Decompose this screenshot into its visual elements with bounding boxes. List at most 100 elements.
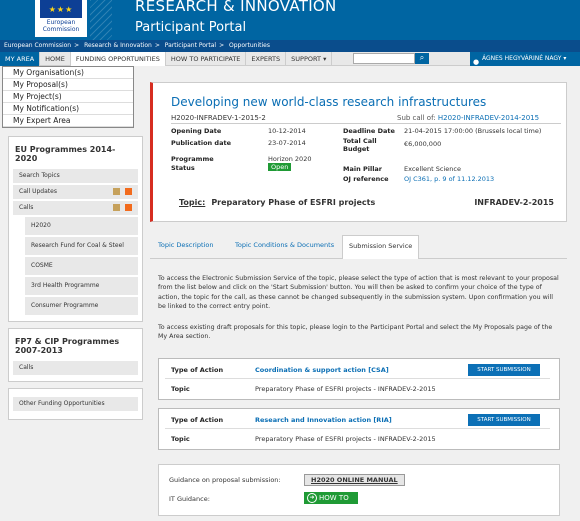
sidebar-item-label: Calls	[19, 204, 34, 211]
start-submission-button[interactable]: START SUBMISSION	[468, 414, 540, 426]
it-guidance-label: IT Guidance:	[169, 495, 210, 503]
action-type: Research and Innovation action [RIA]	[255, 416, 392, 424]
eu-flag-icon: ★★★	[40, 0, 82, 18]
nav-support[interactable]: SUPPORT ▾	[286, 51, 333, 66]
menu-item-proposals[interactable]: My Proposal(s)	[3, 79, 133, 91]
sidebar: EU Programmes 2014-2020 Search Topics Ca…	[8, 136, 143, 426]
sidebar-item-health[interactable]: 3rd Health Programme	[25, 277, 138, 295]
breadcrumb-item[interactable]: Participant Portal	[165, 42, 216, 49]
nav-funding[interactable]: FUNDING OPPORTUNITIES	[70, 51, 166, 66]
main-pillar: Excellent Science	[404, 165, 461, 173]
topic-line: Topic: Preparatory Phase of ESFRI project…	[179, 198, 376, 207]
sidebar-heading: EU Programmes 2014-2020	[15, 145, 116, 163]
action-box-ria: Type of Action Research and Innovation a…	[158, 408, 560, 450]
online-manual-button[interactable]: H2020 ONLINE MANUAL	[304, 474, 405, 486]
action-type: Coordination & support action [CSA]	[255, 366, 389, 374]
rss-icon[interactable]	[125, 204, 132, 211]
header-decoration	[90, 0, 112, 40]
topic-row: Topic Preparatory Phase of ESFRI project…	[171, 385, 436, 393]
topic-card: Developing new world-class research infr…	[150, 82, 567, 222]
topic-name: Preparatory Phase of ESFRI projects	[211, 198, 376, 207]
field-label: Status	[171, 164, 195, 172]
my-area-dropdown: My Organisation(s) My Proposal(s) My Pro…	[2, 66, 134, 128]
nav-experts[interactable]: EXPERTS	[246, 51, 287, 66]
status-badge: Open	[268, 163, 292, 171]
calendar-icon[interactable]	[113, 188, 120, 195]
tab-submission-service[interactable]: Submission Service	[342, 235, 420, 259]
topic-title: Developing new world-class research infr…	[171, 95, 487, 109]
arrow-icon: ➜	[307, 493, 317, 503]
divider	[171, 123, 561, 124]
deadline-date: 21-04-2015 17:00:00 (Brussels local time…	[404, 127, 542, 135]
oj-reference-link[interactable]: OJ C361, p. 9 of 11.12.2013	[404, 175, 494, 183]
tab-topic-description[interactable]: Topic Description	[158, 241, 213, 249]
guidance-box: Guidance on proposal submission: H2020 O…	[158, 464, 560, 516]
logo-text: European Commission	[42, 19, 80, 33]
user-name: ÁGNES HEGYVÁRINÉ NAGY ▾	[482, 55, 567, 62]
search-input[interactable]	[353, 53, 415, 64]
field-label: OJ reference	[343, 175, 389, 183]
action-box-csa: Type of Action Coordination & support ac…	[158, 358, 560, 400]
draft-instructions: To access existing draft proposals for t…	[158, 324, 553, 341]
action-topic: Preparatory Phase of ESFRI projects - IN…	[255, 435, 436, 443]
programme: Horizon 2020	[268, 155, 312, 163]
sidebar-item-rfcs[interactable]: Research Fund for Coal & Steel	[25, 237, 138, 255]
submission-instructions: To access the Electronic Submission Serv…	[158, 275, 559, 310]
menu-item-organisations[interactable]: My Organisation(s)	[3, 67, 133, 79]
field-label: Programme	[171, 155, 214, 163]
action-row: Type of Action Research and Innovation a…	[165, 411, 550, 429]
nav-my-area[interactable]: MY AREA	[0, 51, 41, 66]
how-to-button[interactable]: ➜ HOW TO	[304, 492, 358, 504]
user-menu[interactable]: ● ÁGNES HEGYVÁRINÉ NAGY ▾	[470, 52, 580, 66]
field-label: Publication date	[171, 139, 231, 147]
sidebar-item-search-topics[interactable]: Search Topics	[13, 169, 138, 183]
sub-call-link[interactable]: H2020-INFRADEV-2014-2015	[438, 114, 539, 122]
user-icon: ●	[473, 58, 480, 66]
action-row: Type of Action Coordination & support ac…	[165, 361, 550, 379]
menu-item-notifications[interactable]: My Notification(s)	[3, 103, 133, 115]
eu-programmes-box: EU Programmes 2014-2020 Search Topics Ca…	[8, 136, 143, 322]
sidebar-item-other-funding[interactable]: Other Funding Opportunities	[13, 397, 138, 411]
sidebar-item-fp7-calls[interactable]: Calls	[13, 361, 138, 375]
opening-date: 10-12-2014	[268, 127, 306, 135]
tab-conditions-documents[interactable]: Topic Conditions & Documents	[235, 241, 334, 249]
field-label: Opening Date	[171, 127, 222, 135]
menu-item-projects[interactable]: My Project(s)	[3, 91, 133, 103]
tab-bar: Topic Description Topic Conditions & Doc…	[150, 233, 567, 259]
brand-title: RESEARCH & INNOVATION	[135, 0, 337, 15]
field-label: Total Call Budget	[343, 137, 377, 153]
field-label: Deadline Date	[343, 127, 395, 135]
breadcrumb-item[interactable]: European Commission	[4, 42, 71, 49]
publication-date: 23-07-2014	[268, 139, 306, 147]
site-header: ★★★ European Commission RESEARCH & INNOV…	[0, 0, 580, 40]
breadcrumb: European Commission > Research & Innovati…	[0, 40, 580, 52]
main-nav: MY AREA HOME FUNDING OPPORTUNITIES HOW T…	[0, 51, 580, 66]
calendar-icon[interactable]	[113, 204, 120, 211]
start-submission-button[interactable]: START SUBMISSION	[468, 364, 540, 376]
menu-item-expert-area[interactable]: My Expert Area	[3, 115, 133, 127]
sidebar-item-calls[interactable]: Calls	[13, 201, 138, 215]
topic-row: Topic Preparatory Phase of ESFRI project…	[171, 435, 436, 443]
nav-home[interactable]: HOME	[40, 51, 71, 66]
sidebar-item-call-updates[interactable]: Call Updates	[13, 185, 138, 199]
other-funding-box: Other Funding Opportunities	[8, 388, 143, 420]
field-label: Main Pillar	[343, 165, 383, 173]
sidebar-item-consumer[interactable]: Consumer Programme	[25, 297, 138, 315]
sub-call: Sub call of: H2020-INFRADEV-2014-2015	[397, 114, 540, 122]
call-code: H2020-INFRADEV-1-2015-2	[171, 114, 266, 122]
call-budget: €6,000,000	[404, 140, 442, 148]
sidebar-item-label: Call Updates	[19, 188, 57, 195]
ec-logo[interactable]: ★★★ European Commission	[35, 0, 87, 37]
rss-icon[interactable]	[125, 188, 132, 195]
breadcrumb-item[interactable]: Research & Innovation	[84, 42, 152, 49]
guidance-label: Guidance on proposal submission:	[169, 476, 281, 484]
topic-id: INFRADEV-2-2015	[474, 198, 554, 207]
portal-title: Participant Portal	[135, 20, 247, 35]
main-content: Developing new world-class research infr…	[150, 82, 567, 519]
nav-how-to-participate[interactable]: HOW TO PARTICIPATE	[166, 51, 247, 66]
sidebar-item-cosme[interactable]: COSME	[25, 257, 138, 275]
search-icon[interactable]: ⌕	[415, 53, 429, 64]
breadcrumb-item[interactable]: Opportunities	[229, 42, 270, 49]
fp7-programmes-box: FP7 & CIP Programmes 2007-2013 Calls	[8, 328, 143, 382]
sidebar-item-h2020[interactable]: H2020	[25, 217, 138, 235]
